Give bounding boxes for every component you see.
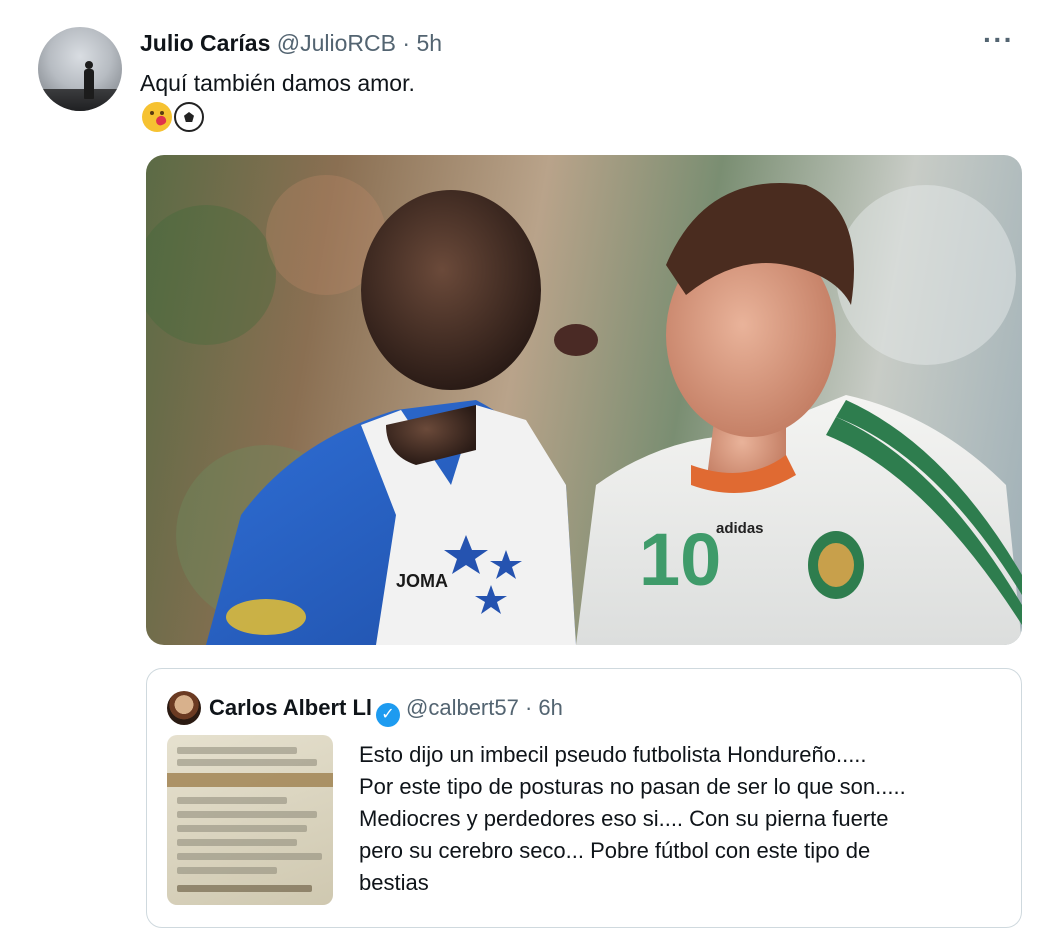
quoted-text-line: pero su cerebro seco... Pobre fútbol con… xyxy=(359,838,871,863)
verified-badge-icon: ✓ xyxy=(376,703,400,727)
quoted-author-handle[interactable]: @calbert57 xyxy=(406,695,519,720)
quoted-tweet-header: Carlos Albert Ll ✓ @calbert57 · 6h xyxy=(209,695,563,727)
more-options-icon[interactable]: ··· xyxy=(983,24,1014,56)
tweet-text: Aquí también damos amor. xyxy=(140,70,415,96)
separator: · xyxy=(402,30,411,56)
right-brand: adidas xyxy=(716,520,764,537)
quoted-text-line: Por este tipo de posturas no pasan de se… xyxy=(359,774,906,799)
author-name[interactable]: Julio Carías xyxy=(140,30,270,56)
quoted-text-line: Esto dijo un imbecil pseudo futbolista H… xyxy=(359,742,867,767)
tweet-emojis xyxy=(142,100,204,134)
soccer-ball-icon xyxy=(174,102,204,132)
tweet-time[interactable]: 5h xyxy=(416,30,442,56)
tweet-header: Julio Carías @JulioRCB · 5h xyxy=(140,30,442,57)
author-handle[interactable]: @JulioRCB xyxy=(277,30,396,56)
quoted-tweet[interactable]: Carlos Albert Ll ✓ @calbert57 · 6h Esto di… xyxy=(146,668,1022,928)
kissing-face-with-heart-icon xyxy=(142,102,172,132)
quoted-author-name[interactable]: Carlos Albert Ll xyxy=(209,695,372,720)
quoted-text-line: bestias xyxy=(359,870,429,895)
jersey-number: 10 xyxy=(639,518,721,601)
separator: · xyxy=(524,695,533,720)
author-avatar[interactable] xyxy=(38,27,122,111)
quoted-author-avatar[interactable] xyxy=(167,691,201,725)
tweet[interactable]: Julio Carías @JulioRCB · 5h ··· Aquí tam… xyxy=(0,0,1044,928)
quoted-tweet-thumbnail[interactable] xyxy=(167,735,333,905)
quoted-tweet-text: Esto dijo un imbecil pseudo futbolista H… xyxy=(359,739,1009,899)
quoted-text-line: Mediocres y perdedores eso si.... Con su… xyxy=(359,806,889,831)
left-brand: JOMA xyxy=(396,571,448,591)
quoted-tweet-time[interactable]: 6h xyxy=(538,695,562,720)
tweet-photo[interactable]: JOMA 10 adidas xyxy=(146,155,1022,645)
